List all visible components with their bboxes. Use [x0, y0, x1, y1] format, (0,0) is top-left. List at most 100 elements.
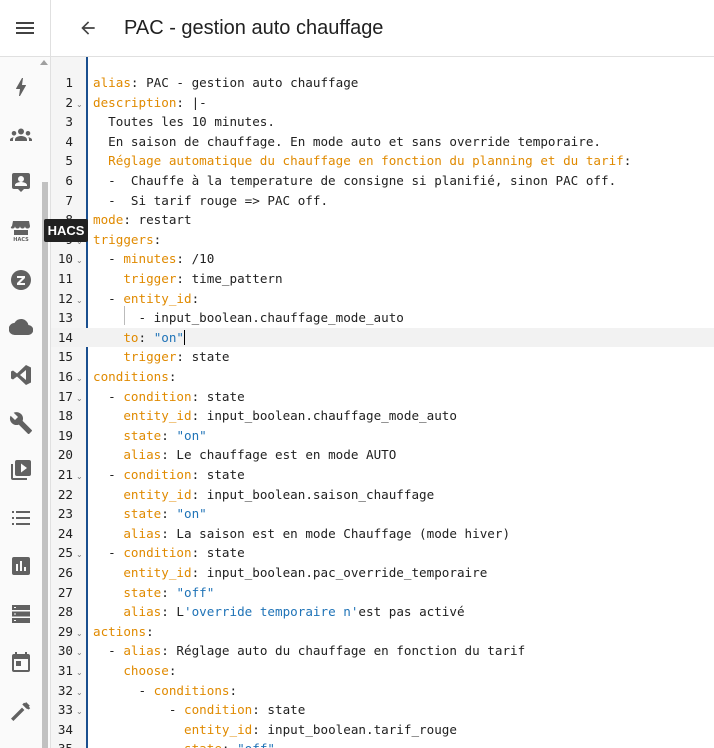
- yaml-text: Toutes les 10 minutes.: [93, 114, 275, 130]
- code-line[interactable]: 21 ⌄ - condition: state: [51, 465, 714, 485]
- line-number: 25: [57, 545, 73, 561]
- yaml-key: alias: [123, 643, 162, 659]
- code-line[interactable]: 15 trigger: state: [51, 347, 714, 367]
- code-line[interactable]: 18 entity_id: input_boolean.chauffage_mo…: [51, 406, 714, 426]
- yaml-text: :: [153, 231, 162, 247]
- sidebar-item-todo[interactable]: [0, 498, 42, 538]
- code-line[interactable]: 32 ⌄ - conditions:: [51, 681, 714, 701]
- code-line[interactable]: 5 Réglage automatique du chauffage en fo…: [51, 151, 714, 171]
- sidebar-item-history[interactable]: [0, 546, 42, 586]
- yaml-text: : /10: [176, 251, 215, 267]
- code-line[interactable]: 19 state: "on": [51, 426, 714, 446]
- text-cursor: [184, 329, 186, 345]
- line-number: 17: [57, 388, 73, 404]
- sidebar-item-developer[interactable]: [0, 691, 42, 731]
- yaml-text: : La saison est en mode Chauffage (mode …: [161, 525, 511, 541]
- code-line[interactable]: 3 Toutes les 10 minutes.: [51, 112, 714, 132]
- sidebar-item-map[interactable]: [0, 162, 42, 202]
- yaml-text: En saison de chauffage. En mode auto et …: [93, 133, 601, 149]
- code-line[interactable]: 28 alias: L'override temporaire n'est pa…: [51, 602, 714, 622]
- chart-box-icon: [12, 557, 30, 575]
- code-text: En saison de chauffage. En mode auto et …: [93, 132, 601, 152]
- code-text: - input_boolean.chauffage_mode_auto: [93, 308, 403, 328]
- yaml-text: : state: [191, 545, 245, 561]
- code-line[interactable]: 26 entity_id: input_boolean.pac_override…: [51, 563, 714, 583]
- sidebar-item-zwave[interactable]: [0, 260, 42, 300]
- code-text: - condition: state: [93, 387, 245, 407]
- line-number: 16: [57, 369, 73, 384]
- yaml-text: : L: [161, 604, 185, 620]
- code-line[interactable]: 22 entity_id: input_boolean.saison_chauf…: [51, 485, 714, 505]
- yaml-text: :: [161, 584, 177, 600]
- code-line[interactable]: 6 - Chauffe à la temperature de consigne…: [51, 171, 714, 191]
- code-text: entity_id: input_boolean.saison_chauffag…: [93, 485, 434, 505]
- yaml-text: : time_pattern: [176, 271, 283, 286]
- sidebar-item-media[interactable]: [0, 450, 42, 490]
- arrow-left-icon: [81, 21, 95, 35]
- code-text: entity_id: input_boolean.pac_override_te…: [93, 563, 487, 583]
- yaml-text: : state: [176, 349, 230, 365]
- code-line[interactable]: 12 ⌄ - entity_id:: [51, 289, 714, 309]
- code-text: - entity_id:: [93, 289, 199, 309]
- code-line[interactable]: 16 ⌄ conditions:: [51, 367, 714, 387]
- yaml-key: alias: [123, 525, 162, 541]
- sidebar-item-calendar[interactable]: [0, 642, 42, 682]
- yaml-code-editor[interactable]: 1 alias: PAC - gestion auto chauffage 2 ⌄ de…: [51, 57, 714, 748]
- sidebar-item-vscode[interactable]: [0, 355, 42, 395]
- yaml-text: : state: [252, 702, 306, 718]
- yaml-text: -: [93, 290, 124, 306]
- code-line[interactable]: 17 ⌄ - condition: state: [51, 387, 714, 407]
- sidebar-item-hacs[interactable]: HACS: [0, 210, 42, 250]
- code-text: state: "off": [93, 739, 275, 748]
- code-text: trigger: time_pattern: [93, 269, 283, 289]
- cloud-icon: [9, 318, 33, 336]
- code-line[interactable]: 29 ⌄ actions:: [51, 622, 714, 642]
- code-line[interactable]: 13 - input_boolean.chauffage_mode_auto: [51, 308, 714, 328]
- line-number: 4: [65, 133, 73, 149]
- yaml-key: condition: [123, 467, 192, 482]
- code-line[interactable]: 25 ⌄ - condition: state: [51, 543, 714, 563]
- yaml-key: state: [123, 506, 162, 522]
- sidebar-item-people[interactable]: [0, 115, 42, 155]
- code-line[interactable]: 7 - Si tarif rouge => PAC off.: [51, 191, 714, 211]
- code-line[interactable]: 27 state: "off": [51, 583, 714, 603]
- menu-button[interactable]: [0, 0, 50, 57]
- code-line[interactable]: 11 trigger: time_pattern: [51, 269, 714, 289]
- back-button[interactable]: [76, 16, 100, 40]
- sidebar-scrollbar-thumb[interactable]: [42, 182, 48, 748]
- code-line[interactable]: 9⌄triggers:: [51, 230, 714, 250]
- scroll-up-arrow-icon[interactable]: [40, 59, 48, 67]
- line-number: 3: [65, 114, 73, 130]
- code-line[interactable]: 2 ⌄ description: |-: [51, 93, 714, 113]
- code-line[interactable]: 4 En saison de chauffage. En mode auto e…: [51, 132, 714, 152]
- code-line[interactable]: 31 ⌄ choose:: [51, 661, 714, 681]
- code-line[interactable]: 34 entity_id: input_boolean.tarif_rouge: [51, 720, 714, 740]
- code-line[interactable]: 30 ⌄ - alias: Réglage auto du chauffage e…: [51, 641, 714, 661]
- yaml-key: entity_id: [123, 565, 192, 580]
- code-line[interactable]: 14 to: "on": [51, 327, 714, 348]
- code-line[interactable]: 10 ⌄ - minutes: /10: [51, 249, 714, 269]
- yaml-text: [93, 349, 123, 364]
- code-line[interactable]: 23 state: "on": [51, 504, 714, 524]
- code-text: - minutes: /10: [93, 249, 214, 269]
- yaml-text: [93, 565, 123, 580]
- sidebar-item-servers[interactable]: [0, 594, 42, 634]
- code-line[interactable]: 1 alias: PAC - gestion auto chauffage: [51, 73, 714, 93]
- sidebar-item-settings[interactable]: [0, 403, 42, 443]
- code-line[interactable]: 8mode: restart: [51, 210, 714, 230]
- code-line[interactable]: 35 state: "off": [51, 739, 714, 748]
- yaml-key: trigger: [123, 349, 177, 365]
- code-line[interactable]: 20 alias: Le chauffage est en mode AUTO: [51, 445, 714, 465]
- lightning-bolt-icon: [15, 78, 26, 96]
- yaml-text: -: [93, 545, 124, 561]
- yaml-key: entity_id: [184, 721, 253, 737]
- code-text: - Si tarif rouge => PAC off.: [93, 191, 328, 211]
- line-number: 1: [65, 75, 73, 90]
- yaml-text: : Le chauffage est en mode AUTO: [161, 447, 397, 463]
- line-number: 6: [65, 173, 73, 188]
- code-line[interactable]: 33 ⌄ - condition: state: [51, 700, 714, 720]
- code-line[interactable]: 24 alias: La saison est en mode Chauffag…: [51, 524, 714, 544]
- sidebar-item-energy[interactable]: [0, 67, 42, 107]
- sidebar-item-cloud[interactable]: [0, 307, 42, 347]
- line-number: 19: [57, 427, 73, 443]
